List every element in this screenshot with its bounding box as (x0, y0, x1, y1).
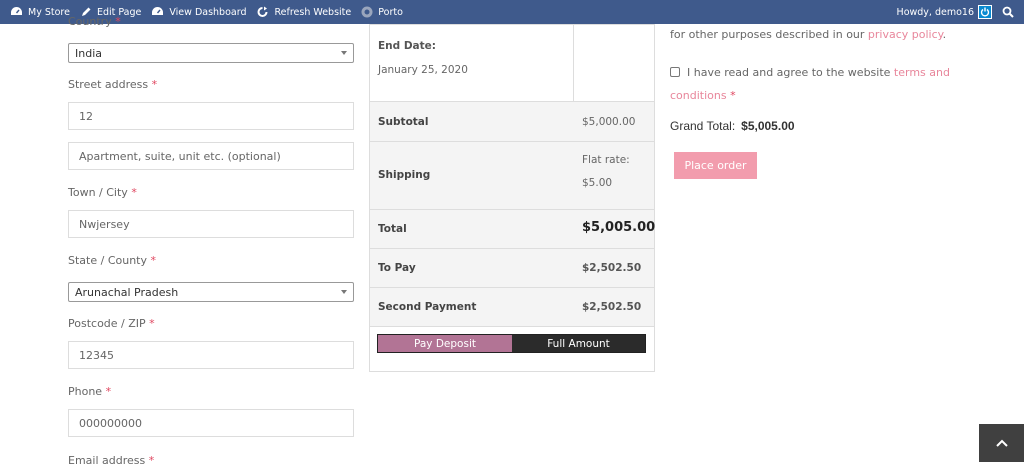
privacy-period: . (942, 28, 947, 41)
admin-bar: My Store Edit Page View Dashboard Refres… (0, 0, 1024, 24)
total-row: Total $5,005.00 (370, 209, 656, 248)
country-select-value: India (75, 46, 102, 60)
shipping-label: Shipping (378, 169, 431, 181)
privacy-policy-link[interactable]: privacy policy (868, 28, 943, 41)
table-bottom-divider (370, 326, 654, 327)
chevron-up-icon (995, 439, 1008, 447)
subtotal-label: Subtotal (378, 116, 429, 128)
dashboard-icon (152, 7, 164, 15)
postcode-label-text: Postcode / ZIP (68, 317, 146, 330)
place-order-button[interactable]: Place order (674, 152, 757, 179)
grand-total-label: Grand Total: (670, 119, 736, 133)
state-select-value: Arunachal Pradesh (75, 285, 179, 299)
country-select[interactable]: India (68, 43, 354, 63)
phone-label: Phone * (68, 385, 111, 398)
shipping-method: Flat rate: (582, 154, 630, 166)
street-label: Street address * (68, 78, 157, 91)
chevron-down-icon (341, 290, 347, 294)
scroll-to-top-button[interactable] (979, 424, 1024, 462)
email-label: Email address * (68, 454, 154, 467)
town-city-value: Nwjersey (79, 217, 130, 231)
refresh-icon (258, 6, 268, 17)
grand-total: Grand Total: $5,005.00 (670, 119, 795, 133)
porto-icon (361, 6, 373, 18)
town-city-input[interactable]: Nwjersey (68, 210, 354, 238)
town-label: Town / City * (68, 186, 137, 199)
apartment-placeholder: Apartment, suite, unit etc. (optional) (79, 149, 281, 163)
pay-deposit-button[interactable]: Pay Deposit (378, 335, 512, 352)
phone-label-text: Phone (68, 385, 103, 398)
phone-value: 000000000 (79, 416, 142, 430)
howdy-label: Howdy, demo16 (896, 6, 974, 18)
required-mark: * (148, 454, 155, 467)
phone-input[interactable]: 000000000 (68, 409, 354, 437)
terms-checkbox[interactable] (670, 67, 680, 77)
chevron-down-icon (341, 51, 347, 55)
refresh-website-label: Refresh Website (274, 6, 352, 18)
dashboard-icon (11, 7, 22, 15)
street-address-input[interactable]: 12 (68, 102, 354, 130)
country-label: Country * (68, 15, 121, 28)
subtotal-value: $5,000.00 (582, 116, 636, 128)
terms-text: I have read and agree to the website ter… (687, 66, 950, 79)
required-mark: * (151, 78, 158, 91)
grand-total-value: $5,005.00 (741, 119, 795, 133)
privacy-text: for other purposes described in our (670, 28, 868, 41)
porto-theme-link[interactable]: Porto (361, 6, 403, 18)
required-mark: * (150, 254, 157, 267)
second-payment-label: Second Payment (378, 301, 477, 313)
postcode-label: Postcode / ZIP * (68, 317, 155, 330)
state-label-text: State / County (68, 254, 147, 267)
postcode-input[interactable]: 12345 (68, 341, 354, 369)
state-label: State / County * (68, 254, 156, 267)
apartment-input[interactable]: Apartment, suite, unit etc. (optional) (68, 142, 354, 170)
shipping-value: $5.00 (582, 177, 613, 189)
email-label-text: Email address (68, 454, 146, 467)
total-value: $5,005.00 (582, 220, 656, 235)
to-pay-value: $2,502.50 (582, 262, 642, 274)
avatar (978, 5, 992, 19)
privacy-notice: for other purposes described in our priv… (670, 28, 946, 41)
end-date-label: End Date: (378, 40, 436, 52)
second-payment-value: $2,502.50 (582, 301, 642, 313)
to-pay-label: To Pay (378, 262, 416, 274)
terms-link[interactable]: terms and (894, 66, 950, 79)
power-icon (980, 7, 990, 17)
search-icon (1002, 6, 1014, 18)
search-button[interactable] (1002, 6, 1014, 18)
account-menu[interactable]: Howdy, demo16 (897, 5, 992, 19)
payment-toggle: Pay Deposit Full Amount (377, 334, 646, 353)
my-store-label: My Store (28, 6, 70, 18)
porto-label: Porto (378, 6, 403, 18)
my-store-link[interactable]: My Store (10, 6, 70, 18)
street-label-text: Street address (68, 78, 149, 91)
total-label: Total (378, 223, 407, 235)
shipping-row: Shipping Flat rate: $5.00 (370, 141, 654, 209)
refresh-website-link[interactable]: Refresh Website (256, 6, 351, 18)
full-amount-button[interactable]: Full Amount (512, 335, 645, 352)
postcode-value: 12345 (79, 348, 114, 362)
country-label-text: Country (68, 15, 112, 28)
view-dashboard-link[interactable]: View Dashboard (151, 6, 246, 18)
required-mark: * (105, 385, 112, 398)
second-payment-row: Second Payment $2,502.50 (370, 287, 654, 326)
terms-label: I have read and agree to the website (687, 66, 894, 79)
to-pay-row: To Pay $2,502.50 (370, 248, 654, 287)
view-dashboard-label: View Dashboard (169, 6, 247, 18)
required-mark: * (131, 186, 137, 199)
street-address-value: 12 (79, 109, 93, 123)
terms-text-line2: conditions * (670, 89, 736, 102)
state-select[interactable]: Arunachal Pradesh (68, 282, 354, 302)
required-mark: * (730, 89, 736, 102)
conditions-link[interactable]: conditions (670, 89, 727, 102)
required-mark: * (149, 317, 155, 330)
subtotal-row: Subtotal $5,000.00 (370, 101, 654, 141)
required-mark: * (115, 15, 121, 28)
town-label-text: Town / City (68, 186, 128, 199)
end-date-value: January 25, 2020 (378, 64, 468, 76)
